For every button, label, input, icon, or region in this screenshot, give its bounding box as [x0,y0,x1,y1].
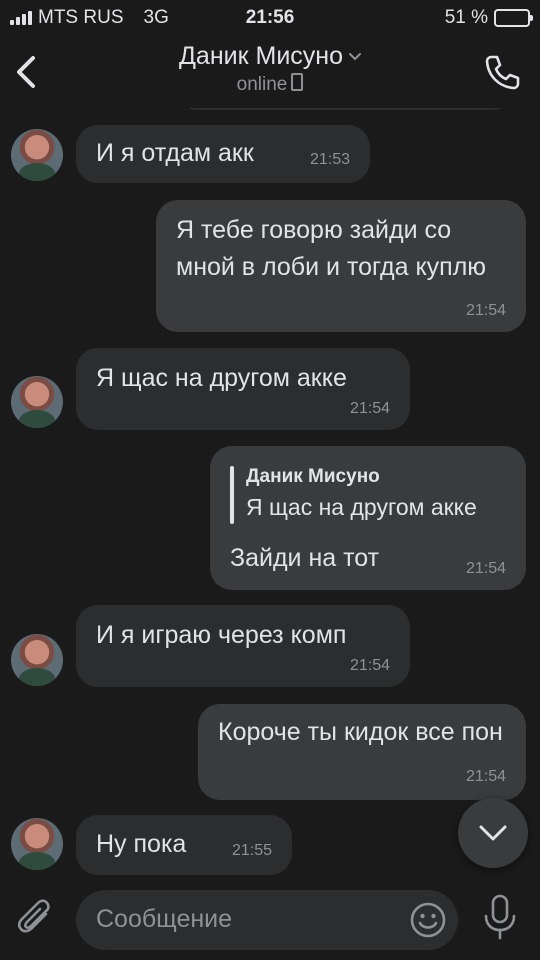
microphone-icon[interactable] [482,894,518,940]
message-bubble-incoming[interactable]: Я щас на другом акке 21:54 [76,348,410,430]
reply-text: Я щас на другом акке [246,494,477,520]
chat-title-row[interactable]: Даник Мисуно [0,42,540,71]
message-time: 21:54 [465,560,506,577]
avatar[interactable] [11,376,63,428]
message-bubble-outgoing[interactable]: Короче ты кидок все пон 21:54 [198,704,526,800]
avatar[interactable] [11,818,63,870]
scroll-down-button[interactable] [458,798,528,868]
message-time: 21:53 [309,151,350,168]
chat-header: Даник Мисуно online [0,36,540,108]
reply-author: Даник Мисуно [246,466,380,487]
status-right: 51 % [444,7,533,29]
chat-status: online [0,73,540,96]
message-bubble-incoming[interactable]: И я отдам акк 21:53 [76,125,370,183]
message-text: Я щас на другом акке [96,364,347,392]
message-text: Зайди на тот [230,544,380,572]
online-status: online [236,74,288,95]
message-time: 21:54 [465,768,506,785]
message-input[interactable]: Сообщение [76,890,458,950]
message-time: 21:54 [349,657,390,674]
message-text: Короче ты кидок все пон [218,718,503,746]
message-time: 21:54 [465,302,506,319]
chevron-down-icon [479,825,507,841]
battery-percent: 51 % [444,7,488,28]
avatar[interactable] [11,129,63,181]
mobile-device-icon [291,73,304,91]
chat-title[interactable]: Даник Мисуно [179,42,343,70]
phone-icon[interactable] [482,52,522,92]
message-time: 21:54 [349,400,390,417]
reply-quote-bar [230,466,234,524]
chat-title-area[interactable]: Даник Мисуно online [0,42,540,96]
message-bubble-incoming[interactable]: И я играю через комп 21:54 [76,605,410,687]
message-list[interactable]: И я отдам акк 21:53 Я тебе говорю зайди … [0,108,540,880]
status-bar: MTS RUS 3G 21:56 51 % [0,0,540,36]
message-text: Ну пока [96,830,187,858]
message-bubble-outgoing[interactable]: Я тебе говорю зайди со мной в лоби и тог… [156,200,526,332]
paperclip-icon[interactable] [16,896,56,940]
message-input-placeholder: Сообщение [96,905,233,933]
message-text: Я тебе говорю зайди со мной в лоби и тог… [176,216,487,281]
message-time: 21:55 [231,842,272,859]
battery-icon [494,9,533,27]
message-bubble-outgoing-reply[interactable]: Даник Мисуно Я щас на другом акке Зайди … [210,446,526,590]
message-bubble-incoming[interactable]: Ну пока 21:55 [76,815,292,875]
avatar[interactable] [11,634,63,686]
message-text: И я отдам акк [96,139,254,167]
chevron-down-icon [349,53,361,61]
composer: Сообщение [0,880,540,960]
partial-message-bubble [180,108,510,110]
emoji-icon[interactable] [410,902,446,938]
message-text: И я играю через комп [96,621,347,649]
